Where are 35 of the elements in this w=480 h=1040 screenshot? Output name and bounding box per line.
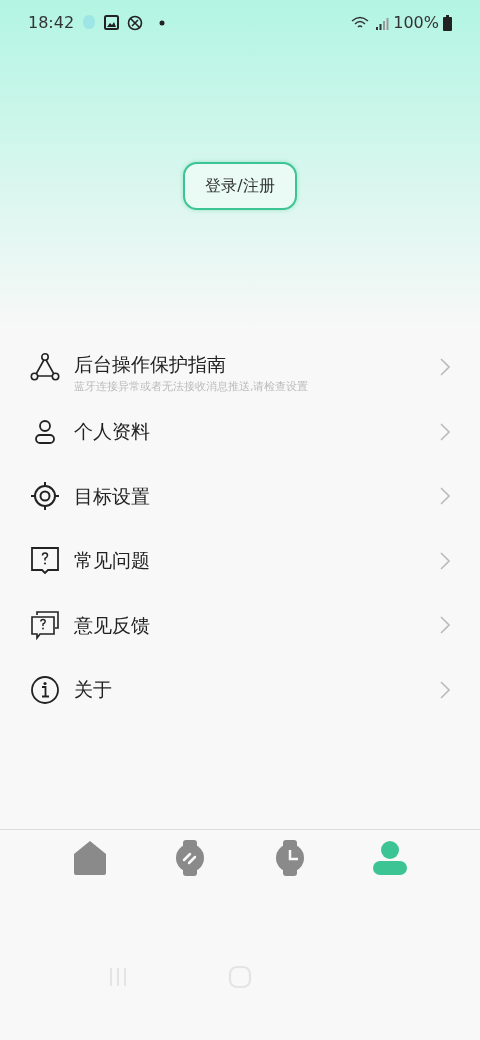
menu-item-title: 关于 xyxy=(74,678,113,702)
chevron-right-icon xyxy=(440,422,450,441)
battery-icon xyxy=(443,14,452,31)
menu-item-title: 后台操作保护指南 xyxy=(74,353,227,377)
chevron-right-icon xyxy=(440,616,450,635)
menu-item-title: 个人资料 xyxy=(74,420,151,444)
menu-item-title: 目标设置 xyxy=(74,484,151,508)
person-icon xyxy=(372,839,408,876)
question-bubble-icon xyxy=(30,545,60,576)
chevron-right-icon xyxy=(440,358,450,377)
triangle-nodes-icon xyxy=(30,352,60,383)
menu-item[interactable]: 目标设置 xyxy=(0,464,480,529)
feedback-bubbles-icon xyxy=(30,610,60,641)
menu-item[interactable]: 常见问题 xyxy=(0,528,480,593)
chevron-right-icon xyxy=(440,487,450,506)
image-icon xyxy=(104,15,120,30)
status-time: 18:42 xyxy=(28,11,75,34)
menu-item-title: 常见问题 xyxy=(74,549,151,573)
watch-clock-icon xyxy=(275,839,305,876)
target-icon xyxy=(30,481,60,512)
app-notification-icon xyxy=(82,13,97,32)
blocked-icon xyxy=(127,14,144,31)
chevron-right-icon xyxy=(440,680,450,699)
chevron-right-icon xyxy=(440,551,450,570)
menu-item[interactable]: 关于 xyxy=(0,657,480,722)
login-button[interactable]: 登录/注册 xyxy=(183,162,297,210)
menu-item-title: 意见反馈 xyxy=(74,613,151,637)
signal-icon xyxy=(375,15,390,30)
menu-item[interactable]: 意见反馈 xyxy=(0,593,480,658)
info-icon xyxy=(30,674,60,705)
home-icon xyxy=(71,839,109,876)
watch-face-icon xyxy=(175,839,205,876)
dot-icon xyxy=(159,19,166,26)
battery-percent: 100% xyxy=(393,11,439,34)
menu-item[interactable]: 个人资料 xyxy=(0,399,480,464)
